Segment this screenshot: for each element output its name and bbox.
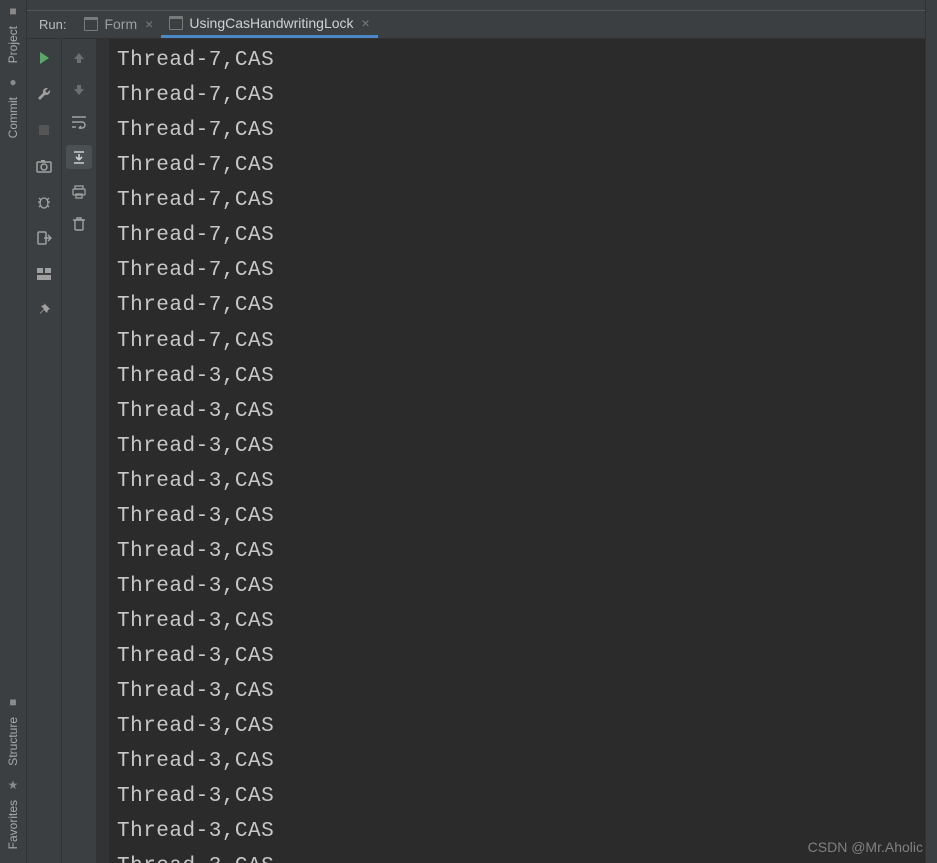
arrow-up-icon[interactable] bbox=[70, 49, 88, 67]
toolwindow-project[interactable]: Project bbox=[6, 26, 20, 63]
console-output[interactable]: Thread-7,CASThread-7,CASThread-7,CASThre… bbox=[109, 39, 937, 863]
console-line: Thread-3,CAS bbox=[117, 639, 929, 674]
console-line: Thread-7,CAS bbox=[117, 183, 929, 218]
console-gutter bbox=[97, 39, 109, 863]
close-icon[interactable]: × bbox=[143, 16, 153, 32]
console-line: Thread-7,CAS bbox=[117, 113, 929, 148]
camera-icon[interactable] bbox=[35, 157, 53, 175]
print-icon[interactable] bbox=[70, 183, 88, 201]
console-line: Thread-3,CAS bbox=[117, 534, 929, 569]
console-line: Thread-7,CAS bbox=[117, 288, 929, 323]
console-line: Thread-3,CAS bbox=[117, 569, 929, 604]
project-icon: ■ bbox=[6, 4, 20, 18]
console-line: Thread-3,CAS bbox=[117, 779, 929, 814]
console-line: Thread-7,CAS bbox=[117, 253, 929, 288]
left-tool-rail: ■ Project ● Commit ■ Structure ★ Favorites bbox=[0, 0, 27, 863]
toolwindow-commit[interactable]: Commit bbox=[6, 97, 20, 138]
application-icon bbox=[84, 17, 98, 31]
console-line: Thread-3,CAS bbox=[117, 604, 929, 639]
run-tab-form[interactable]: Form × bbox=[76, 11, 161, 38]
structure-icon: ■ bbox=[6, 695, 20, 709]
pin-icon[interactable] bbox=[35, 301, 53, 319]
console-line: Thread-3,CAS bbox=[117, 814, 929, 849]
tab-label: Form bbox=[104, 16, 137, 32]
arrow-down-icon[interactable] bbox=[70, 81, 88, 99]
wrench-icon[interactable] bbox=[35, 85, 53, 103]
toolwindow-structure[interactable]: Structure bbox=[6, 717, 20, 766]
commit-icon: ● bbox=[6, 75, 20, 89]
run-tab-bar: Run: Form × UsingCasHandwritingLock × bbox=[27, 10, 937, 39]
console-line: Thread-7,CAS bbox=[117, 43, 929, 78]
console-line: Thread-3,CAS bbox=[117, 464, 929, 499]
console-line: Thread-3,CAS bbox=[117, 499, 929, 534]
scroll-to-end-icon[interactable] bbox=[66, 145, 92, 169]
console-line: Thread-3,CAS bbox=[117, 394, 929, 429]
console-line: Thread-3,CAS bbox=[117, 674, 929, 709]
right-border bbox=[925, 0, 937, 863]
top-strip bbox=[27, 0, 937, 10]
favorites-icon: ★ bbox=[6, 778, 20, 792]
close-icon[interactable]: × bbox=[360, 15, 370, 31]
tab-label: UsingCasHandwritingLock bbox=[189, 15, 353, 31]
console-line: Thread-3,CAS bbox=[117, 744, 929, 779]
console-line: Thread-3,CAS bbox=[117, 429, 929, 464]
console-line: Thread-7,CAS bbox=[117, 324, 929, 359]
console-line: Thread-7,CAS bbox=[117, 218, 929, 253]
run-tool-column-primary bbox=[27, 39, 62, 863]
exit-icon[interactable] bbox=[35, 229, 53, 247]
console-line: Thread-7,CAS bbox=[117, 148, 929, 183]
run-tab-usingcashandwritinglock[interactable]: UsingCasHandwritingLock × bbox=[161, 11, 377, 38]
trash-icon[interactable] bbox=[70, 215, 88, 233]
run-label: Run: bbox=[27, 11, 76, 38]
layout-icon[interactable] bbox=[35, 265, 53, 283]
run-icon[interactable] bbox=[35, 49, 53, 67]
console-line: Thread-3,CAS bbox=[117, 709, 929, 744]
toolwindow-favorites[interactable]: Favorites bbox=[6, 800, 20, 849]
application-icon bbox=[169, 16, 183, 30]
run-tool-column-secondary bbox=[62, 39, 97, 863]
soft-wrap-icon[interactable] bbox=[70, 113, 88, 131]
stop-icon[interactable] bbox=[35, 121, 53, 139]
console-line: Thread-3,CAS bbox=[117, 359, 929, 394]
console-line: Thread-7,CAS bbox=[117, 78, 929, 113]
debug-bug-icon[interactable] bbox=[35, 193, 53, 211]
console-line: Thread-3,CAS bbox=[117, 849, 929, 863]
